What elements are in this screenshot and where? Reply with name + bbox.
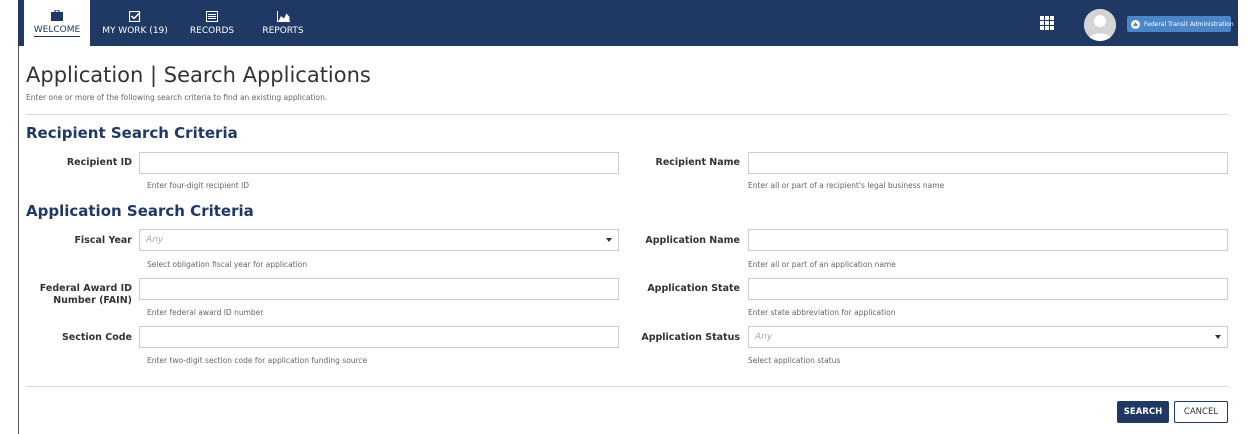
header-divider xyxy=(26,114,1229,115)
application-status-help: Select application status xyxy=(748,356,841,365)
top-nav-bar: WELCOME MY WORK (19) RECORDS REPORTS xyxy=(18,0,1238,46)
agency-logo-icon xyxy=(1131,19,1140,29)
application-name-help: Enter all or part of an application name xyxy=(748,260,896,269)
recipient-name-input[interactable] xyxy=(748,152,1228,174)
cancel-button[interactable]: CANCEL xyxy=(1174,401,1228,423)
fain-label: Federal Award ID Number (FAIN) xyxy=(39,283,132,306)
briefcase-icon xyxy=(50,9,64,21)
footer-divider xyxy=(26,386,1229,387)
section-code-input[interactable] xyxy=(139,326,619,348)
nav-records[interactable]: RECORDS xyxy=(180,0,244,46)
application-status-label: Application Status xyxy=(641,332,740,343)
nav-welcome[interactable]: WELCOME xyxy=(24,0,90,46)
user-silhouette-icon xyxy=(1084,9,1116,41)
nav-reports-label: REPORTS xyxy=(262,26,304,36)
nav-records-label: RECORDS xyxy=(189,26,235,36)
recipient-name-help: Enter all or part of a recipient's legal… xyxy=(748,181,945,190)
application-state-input[interactable] xyxy=(748,278,1228,300)
agency-name: Federal Transit Administration xyxy=(1144,20,1234,28)
fiscal-year-label: Fiscal Year xyxy=(74,235,132,246)
fiscal-year-value: Any xyxy=(146,235,164,245)
fain-input[interactable] xyxy=(139,278,619,300)
application-status-value: Any xyxy=(755,332,773,342)
chart-icon xyxy=(276,10,290,22)
application-name-label: Application Name xyxy=(645,235,740,246)
section-code-label: Section Code xyxy=(61,332,132,343)
caret-down-icon xyxy=(1215,335,1221,339)
application-section-heading: Application Search Criteria xyxy=(26,202,254,220)
nav-my-work[interactable]: MY WORK (19) xyxy=(96,0,174,46)
app-grid-icon[interactable] xyxy=(1039,15,1055,31)
application-status-select[interactable]: Any xyxy=(748,326,1228,348)
recipient-id-label: Recipient ID xyxy=(66,157,132,168)
page-title: Application | Search Applications xyxy=(26,63,371,87)
recipient-id-help: Enter four-digit recipient ID xyxy=(147,181,250,190)
records-icon xyxy=(205,10,219,22)
recipient-name-label: Recipient Name xyxy=(655,157,740,168)
application-name-input[interactable] xyxy=(748,229,1228,251)
section-code-help: Enter two-digit section code for applica… xyxy=(147,356,368,365)
page-subtitle: Enter one or more of the following searc… xyxy=(26,93,328,102)
nav-my-work-label: MY WORK (19) xyxy=(102,26,168,36)
checkbox-icon xyxy=(128,10,142,22)
recipient-section-heading: Recipient Search Criteria xyxy=(26,124,238,142)
fain-help: Enter federal award ID number xyxy=(147,308,264,317)
fiscal-year-help: Select obligation fiscal year for applic… xyxy=(147,260,308,269)
application-state-help: Enter state abbreviation for application xyxy=(748,308,896,317)
agency-badge[interactable]: Federal Transit Administration xyxy=(1127,16,1234,32)
recipient-id-input[interactable] xyxy=(139,152,619,174)
fiscal-year-select[interactable]: Any xyxy=(139,229,619,251)
caret-down-icon xyxy=(606,238,612,242)
search-button[interactable]: SEARCH xyxy=(1117,401,1169,423)
nav-reports[interactable]: REPORTS xyxy=(250,0,316,46)
nav-welcome-label: WELCOME xyxy=(33,25,81,37)
user-avatar[interactable] xyxy=(1084,9,1116,41)
application-state-label: Application State xyxy=(647,283,740,294)
content-left-border xyxy=(18,46,19,434)
